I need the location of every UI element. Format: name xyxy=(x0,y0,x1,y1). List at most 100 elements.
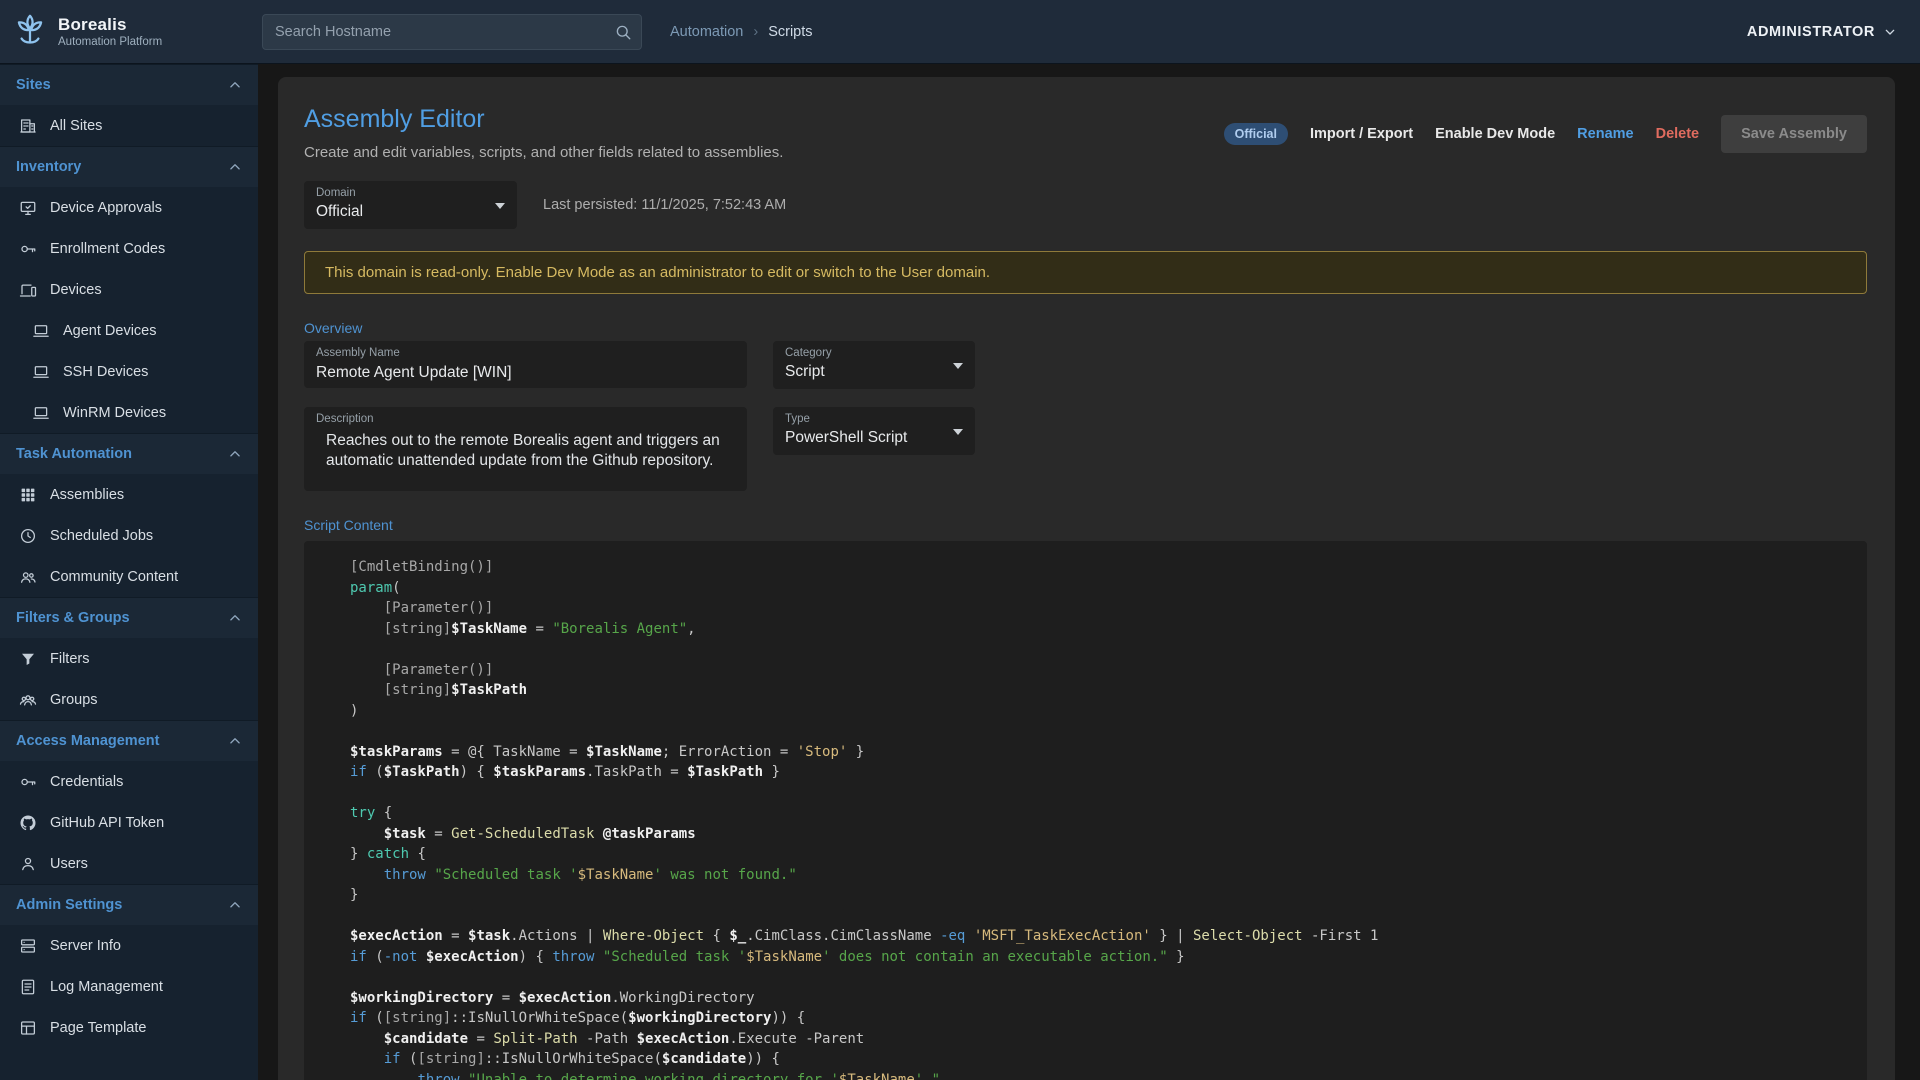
sidebar-item-label: WinRM Devices xyxy=(63,405,166,421)
code-line xyxy=(350,721,1843,742)
sidebar-item-server-info[interactable]: Server Info xyxy=(0,925,258,966)
user-menu[interactable]: ADMINISTRATOR xyxy=(1747,24,1898,40)
code-line: [string]$TaskPath xyxy=(350,680,1843,701)
sidebar-section-admin-settings[interactable]: Admin Settings xyxy=(0,884,258,925)
sidebar-section-sites[interactable]: Sites xyxy=(0,64,258,105)
brand-text: Borealis Automation Platform xyxy=(58,15,162,48)
code-line: $taskParams = @{ TaskName = $TaskName; E… xyxy=(350,742,1843,763)
sidebar-section-inventory[interactable]: Inventory xyxy=(0,146,258,187)
sidebar-section-label: Admin Settings xyxy=(16,897,122,913)
sidebar-item-devices[interactable]: Devices xyxy=(0,269,258,310)
search-icon xyxy=(614,23,632,41)
panel-header: Assembly Editor Create and edit variable… xyxy=(304,105,1867,161)
code-line xyxy=(350,639,1843,660)
code-line: } xyxy=(350,885,1843,906)
code-line: [Parameter()] xyxy=(350,598,1843,619)
main-content: Assembly Editor Create and edit variable… xyxy=(258,64,1920,1080)
borealis-logo-icon xyxy=(12,11,48,52)
sidebar-item-label: Device Approvals xyxy=(50,200,162,216)
type-select[interactable]: Type PowerShell Script xyxy=(773,407,975,455)
sidebar-item-label: Groups xyxy=(50,692,98,708)
overview-form: Assembly Name Category Script Descriptio… xyxy=(304,341,1867,491)
script-content-caption: Script Content xyxy=(304,517,1867,533)
category-select-label: Category xyxy=(785,347,832,359)
domain-select[interactable]: Domain Official xyxy=(304,181,517,229)
sidebar-item-label: Assemblies xyxy=(50,487,124,503)
sidebar-item-users[interactable]: Users xyxy=(0,843,258,884)
chevron-down-icon xyxy=(1882,24,1898,40)
import-export-button[interactable]: Import / Export xyxy=(1310,126,1413,142)
breadcrumb-scripts: Scripts xyxy=(768,24,812,40)
code-line: $workingDirectory = $execAction.WorkingD… xyxy=(350,988,1843,1009)
chevron-up-icon xyxy=(226,896,244,914)
sidebar-item-credentials[interactable]: Credentials xyxy=(0,761,258,802)
code-line: if (-not $execAction) { throw "Scheduled… xyxy=(350,947,1843,968)
save-assembly-button[interactable]: Save Assembly xyxy=(1721,115,1867,153)
sidebar-item-filters[interactable]: Filters xyxy=(0,638,258,679)
sidebar-section-label: Filters & Groups xyxy=(16,610,130,626)
delete-button[interactable]: Delete xyxy=(1656,126,1700,142)
brand-subtitle: Automation Platform xyxy=(58,36,162,48)
clock-icon xyxy=(19,527,37,545)
panel-header-titles: Assembly Editor Create and edit variable… xyxy=(304,105,783,161)
type-select-label: Type xyxy=(785,413,810,425)
filter-icon xyxy=(19,650,37,668)
script-editor[interactable]: [CmdletBinding()]param( [Parameter()] [s… xyxy=(304,541,1867,1080)
key-icon xyxy=(19,773,37,791)
chevron-up-icon xyxy=(226,158,244,176)
code-line: throw "Unable to determine working direc… xyxy=(350,1070,1843,1080)
rename-button[interactable]: Rename xyxy=(1577,126,1633,142)
chevron-up-icon xyxy=(226,76,244,94)
code-line: ) xyxy=(350,701,1843,722)
assembly-name-label: Assembly Name xyxy=(316,347,400,359)
sidebar-item-community-content[interactable]: Community Content xyxy=(0,556,258,597)
sidebar-item-assemblies[interactable]: Assemblies xyxy=(0,474,258,515)
sidebar-item-ssh-devices[interactable]: SSH Devices xyxy=(0,351,258,392)
sidebar-item-label: SSH Devices xyxy=(63,364,148,380)
sidebar-item-label: Enrollment Codes xyxy=(50,241,165,257)
domain-badge: Official xyxy=(1224,123,1288,145)
panel-actions: Official Import / Export Enable Dev Mode… xyxy=(1224,115,1867,153)
dropdown-caret-icon xyxy=(953,429,963,435)
enable-dev-mode-button[interactable]: Enable Dev Mode xyxy=(1435,126,1555,142)
code-line: throw "Scheduled task '$TaskName' was no… xyxy=(350,865,1843,886)
code-line xyxy=(350,906,1843,927)
sidebar-item-github-api-token[interactable]: GitHub API Token xyxy=(0,802,258,843)
sidebar-item-enrollment-codes[interactable]: Enrollment Codes xyxy=(0,228,258,269)
sidebar-section-access-management[interactable]: Access Management xyxy=(0,720,258,761)
sidebar-item-label: Users xyxy=(50,856,88,872)
sidebar-item-scheduled-jobs[interactable]: Scheduled Jobs xyxy=(0,515,258,556)
sidebar-item-groups[interactable]: Groups xyxy=(0,679,258,720)
sidebar-item-label: Credentials xyxy=(50,774,123,790)
sidebar-item-log-management[interactable]: Log Management xyxy=(0,966,258,1007)
breadcrumb-automation[interactable]: Automation xyxy=(670,24,743,40)
brand-name: Borealis xyxy=(58,15,162,35)
search-input[interactable] xyxy=(262,14,642,50)
sidebar-item-all-sites[interactable]: All Sites xyxy=(0,105,258,146)
person-icon xyxy=(19,855,37,873)
sidebar: SitesAll SitesInventory Device Approvals E… xyxy=(0,64,258,1080)
laptop-icon xyxy=(32,363,50,381)
code-line: if ([string]::IsNullOrWhiteSpace($workin… xyxy=(350,1008,1843,1029)
laptop-icon xyxy=(32,322,50,340)
page-subtitle: Create and edit variables, scripts, and … xyxy=(304,144,783,161)
category-select[interactable]: Category Script xyxy=(773,341,975,389)
log-icon xyxy=(19,978,37,996)
sidebar-section-task-automation[interactable]: Task Automation xyxy=(0,433,258,474)
sidebar-item-page-template[interactable]: Page Template xyxy=(0,1007,258,1048)
chevron-up-icon xyxy=(226,732,244,750)
code-line: } catch { xyxy=(350,844,1843,865)
sidebar-nav: SitesAll SitesInventory Device Approvals E… xyxy=(0,64,258,1048)
sidebar-item-device-approvals[interactable]: Device Approvals xyxy=(0,187,258,228)
sidebar-item-agent-devices[interactable]: Agent Devices xyxy=(0,310,258,351)
sidebar-section-filters-groups[interactable]: Filters & Groups xyxy=(0,597,258,638)
sidebar-section-label: Task Automation xyxy=(16,446,132,462)
readonly-warning-text: This domain is read-only. Enable Dev Mod… xyxy=(325,264,990,281)
code-line: [string]$TaskName = "Borealis Agent", xyxy=(350,619,1843,640)
brand[interactable]: Borealis Automation Platform xyxy=(0,11,258,52)
last-persisted-text: Last persisted: 11/1/2025, 7:52:43 AM xyxy=(543,197,786,213)
chevron-up-icon xyxy=(226,445,244,463)
code-line: if ([string]::IsNullOrWhiteSpace($candid… xyxy=(350,1049,1843,1070)
description-label: Description xyxy=(316,413,374,425)
sidebar-item-winrm-devices[interactable]: WinRM Devices xyxy=(0,392,258,433)
